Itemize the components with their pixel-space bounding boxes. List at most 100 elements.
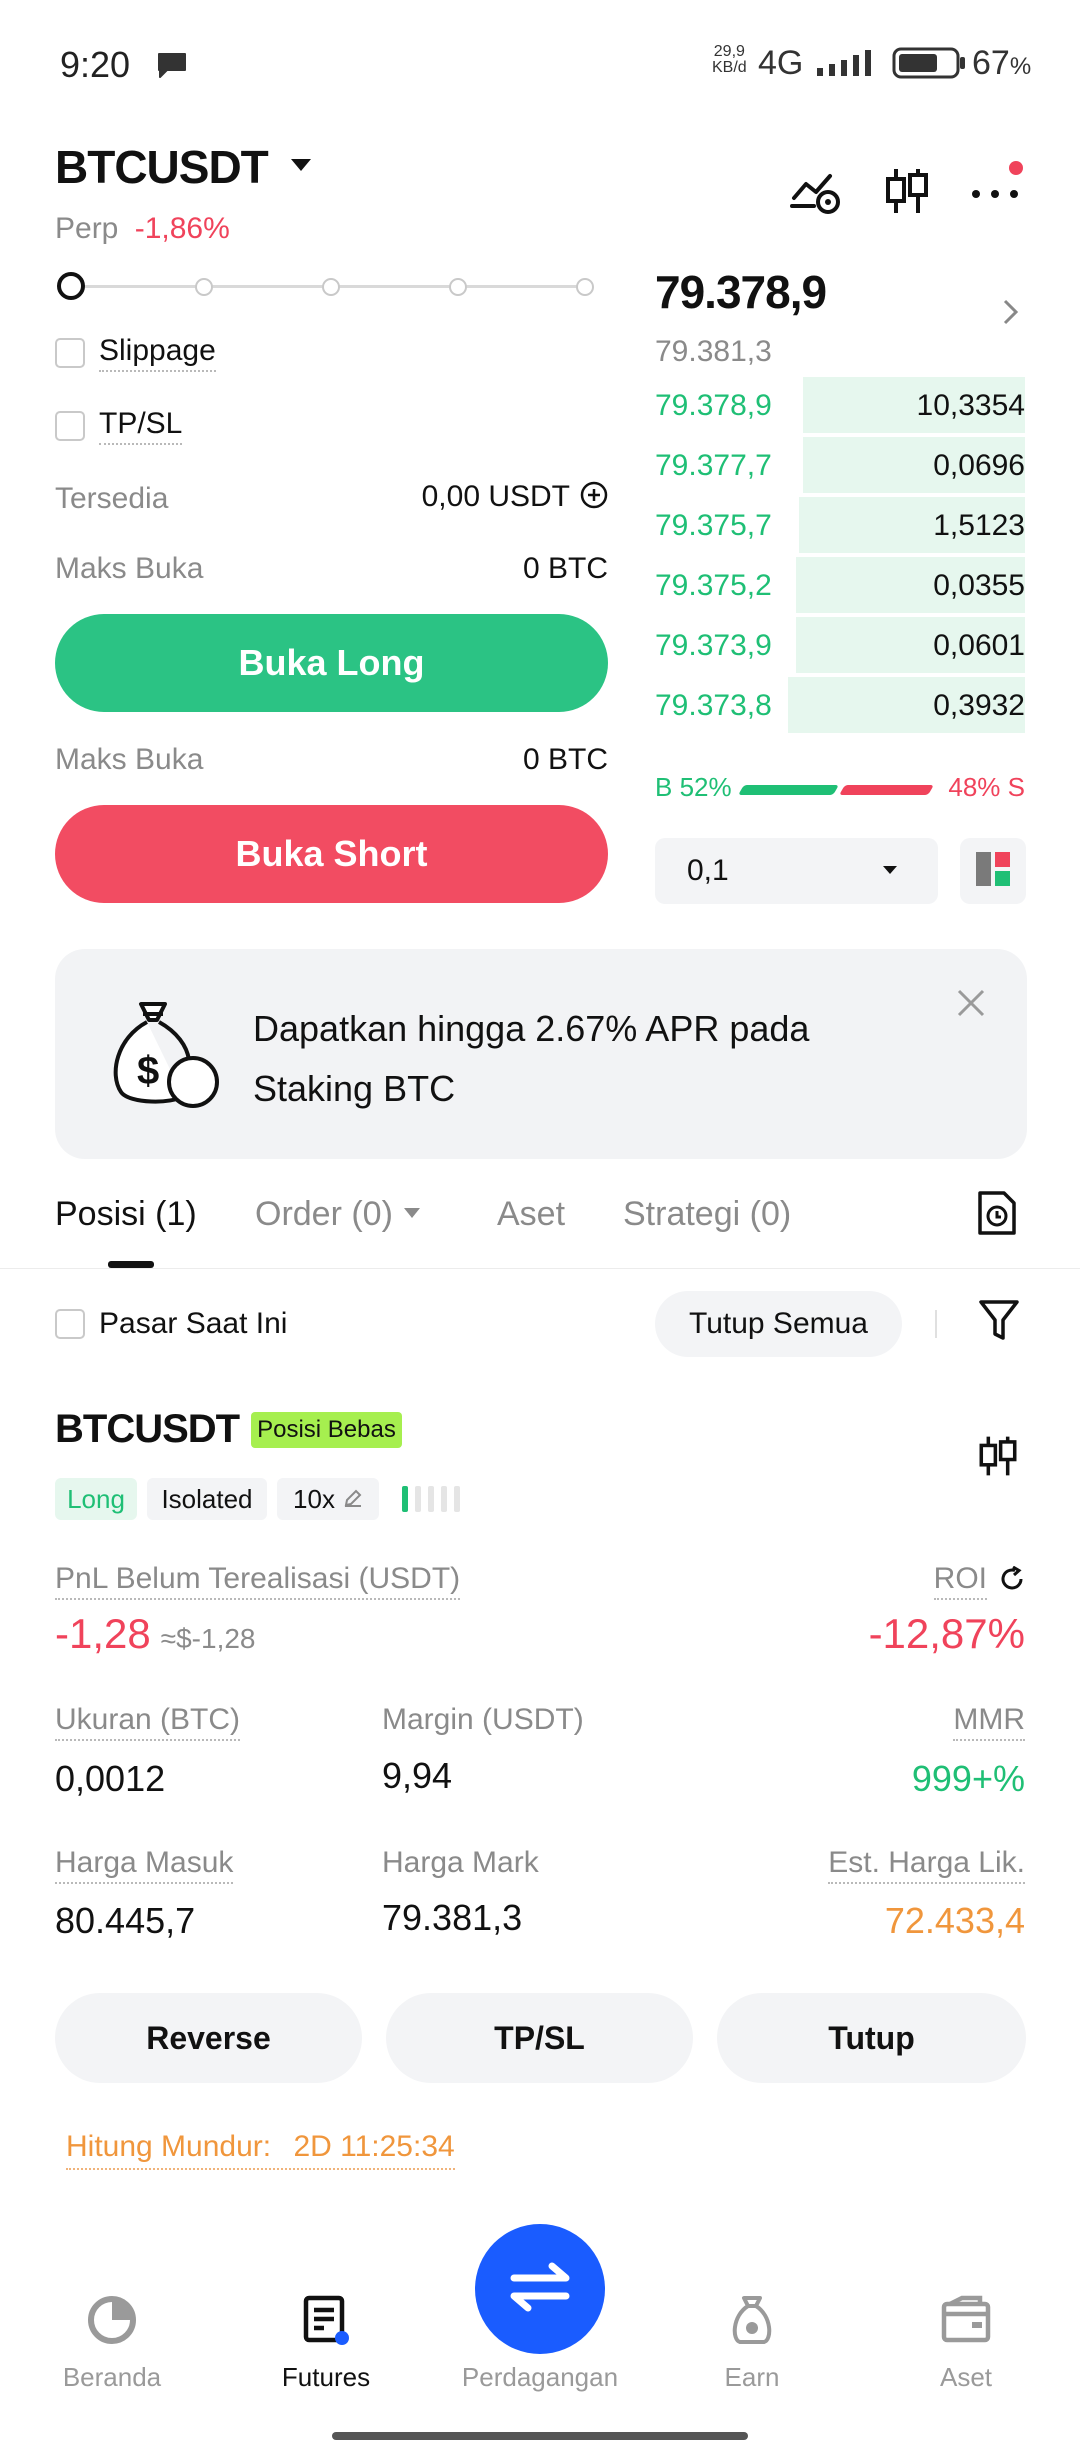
- tpsl-checkbox[interactable]: TP/SL: [55, 407, 183, 445]
- history-icon[interactable]: [976, 1189, 1018, 1242]
- orderbook-price: 79.373,8: [655, 689, 772, 722]
- roi-value: -12,87%: [868, 1610, 1025, 1657]
- mmr-label[interactable]: MMR: [953, 1703, 1025, 1741]
- tab-positions[interactable]: Posisi (1): [55, 1195, 197, 1234]
- mark-price: 79.381,3: [655, 335, 772, 368]
- symbol-selector[interactable]: BTCUSDT: [55, 140, 312, 194]
- more-icon[interactable]: [968, 160, 1028, 210]
- banner-text: Dapatkan hingga 2.67% APR pada Staking B…: [253, 1008, 810, 1109]
- pnl-label[interactable]: PnL Belum Terealisasi (USDT): [55, 1562, 461, 1600]
- orderbook-row[interactable]: 79.375,2 0,0355: [655, 557, 1025, 613]
- tpsl-button[interactable]: TP/SL: [386, 1993, 693, 2083]
- size-label[interactable]: Ukuran (BTC): [55, 1703, 241, 1741]
- side-tag: Long: [55, 1478, 137, 1520]
- precision-select[interactable]: 0,1: [655, 838, 938, 904]
- reverse-button[interactable]: Reverse: [55, 1993, 362, 2083]
- candlestick-chart-icon[interactable]: [882, 165, 932, 222]
- tab-strategies[interactable]: Strategi (0): [623, 1195, 791, 1234]
- last-price[interactable]: 79.378,9: [655, 265, 827, 319]
- slippage-checkbox[interactable]: Slippage: [55, 334, 216, 372]
- add-funds-icon[interactable]: [580, 481, 608, 514]
- chevron-right-icon[interactable]: [1002, 298, 1020, 331]
- orderbook-row[interactable]: 79.373,9 0,0601: [655, 617, 1025, 673]
- slippage-box[interactable]: [55, 338, 85, 368]
- slider-tick-75: [449, 278, 467, 296]
- orderbook-price: 79.377,7: [655, 449, 772, 482]
- orderbook-price: 79.375,7: [655, 509, 772, 542]
- current-market-checkbox[interactable]: [55, 1309, 85, 1339]
- tpsl-box[interactable]: [55, 411, 85, 441]
- swap-icon: [508, 2260, 572, 2319]
- tab-assets[interactable]: Aset: [497, 1195, 565, 1234]
- staking-banner[interactable]: $ Dapatkan hingga 2.67% APR pada Staking…: [55, 949, 1027, 1159]
- slider-handle[interactable]: [57, 272, 85, 300]
- tab-orders[interactable]: Order (0): [255, 1195, 421, 1234]
- entry-price-value: 80.445,7: [55, 1900, 196, 1941]
- roi-label: ROI: [933, 1562, 987, 1600]
- nav-assets[interactable]: Aset: [886, 2290, 1046, 2393]
- current-market-label: Pasar Saat Ini: [99, 1307, 288, 1340]
- leverage-tag[interactable]: 10x: [277, 1478, 379, 1520]
- nav-trade-label[interactable]: Perdagangan: [430, 2362, 650, 2393]
- adl-bar: [454, 1486, 460, 1512]
- max-open-label-short: Maks Buka: [55, 743, 204, 776]
- liq-price-label[interactable]: Est. Harga Lik.: [828, 1846, 1025, 1884]
- entry-price-label[interactable]: Harga Masuk: [55, 1846, 234, 1884]
- orderbook-row[interactable]: 79.375,7 1,5123: [655, 497, 1025, 553]
- position-symbol: BTCUSDT: [55, 1407, 240, 1451]
- refresh-icon: [999, 1565, 1025, 1597]
- current-market-filter[interactable]: Pasar Saat Ini: [55, 1307, 287, 1341]
- orderbook-qty: 0,0601: [933, 629, 1025, 662]
- mark-price-label: Harga Mark: [382, 1846, 539, 1879]
- roi-label-row[interactable]: ROI: [933, 1562, 1025, 1600]
- orderbook-price: 79.375,2: [655, 569, 772, 602]
- nav-earn[interactable]: Earn: [672, 2290, 832, 2393]
- caret-down-icon: [403, 1206, 421, 1224]
- battery-percent: 67%: [972, 44, 1032, 82]
- caret-down-icon: [882, 862, 898, 880]
- countdown-label: Hitung Mundur:: [66, 2130, 272, 2163]
- signal-icon: [815, 48, 879, 83]
- earn-icon: [722, 2290, 782, 2350]
- filter-icon[interactable]: [978, 1298, 1020, 1349]
- perp-label: Perp: [55, 212, 119, 245]
- svg-text:$: $: [137, 1049, 159, 1093]
- size-value: 0,0012: [55, 1758, 166, 1799]
- nav-home[interactable]: Beranda: [32, 2290, 192, 2393]
- close-all-button[interactable]: Tutup Semua: [655, 1291, 902, 1357]
- margin-label: Margin (USDT): [382, 1703, 584, 1736]
- price-change: -1,86%: [134, 212, 230, 245]
- open-short-button[interactable]: Buka Short: [55, 805, 608, 903]
- divider: [935, 1310, 937, 1338]
- orderbook-row[interactable]: 79.377,7 0,0696: [655, 437, 1025, 493]
- nav-futures[interactable]: Futures: [246, 2290, 406, 2393]
- available-row: 0,00 USDT: [400, 480, 608, 514]
- orderbook-price: 79.373,9: [655, 629, 772, 662]
- home-icon: [82, 2290, 142, 2350]
- mark-price-value: 79.381,3: [382, 1897, 523, 1938]
- candlestick-chart-icon[interactable]: [976, 1432, 1020, 1485]
- slider-tick-50: [322, 278, 340, 296]
- close-icon[interactable]: [955, 987, 987, 1024]
- orderbook-layout-button[interactable]: [960, 838, 1026, 904]
- price-alert-icon[interactable]: [790, 168, 842, 221]
- orderbook-row[interactable]: 79.378,9 10,3354: [655, 377, 1025, 433]
- money-bag-icon: $: [103, 994, 223, 1119]
- trade-button[interactable]: [475, 2224, 605, 2354]
- orderbook-qty: 10,3354: [916, 389, 1025, 422]
- precision-value: 0,1: [687, 854, 729, 887]
- slider-tick-100: [576, 278, 594, 296]
- position-header[interactable]: BTCUSDT Posisi Bebas: [55, 1407, 402, 1452]
- orderbook-row[interactable]: 79.373,8 0,3932: [655, 677, 1025, 733]
- tab-bar: Posisi (1) Order (0) Aset Strategi (0): [0, 1185, 1080, 1269]
- caret-down-icon: [290, 158, 312, 177]
- home-indicator: [332, 2432, 748, 2440]
- countdown: Hitung Mundur: 2D 11:25:34: [66, 2130, 455, 2170]
- message-icon: [155, 50, 189, 85]
- open-long-button[interactable]: Buka Long: [55, 614, 608, 712]
- futures-icon: [296, 2290, 356, 2350]
- adl-indicator: [402, 1486, 460, 1512]
- orderbook-qty: 0,0696: [933, 449, 1025, 482]
- mmr-value: 999+%: [911, 1758, 1025, 1799]
- close-position-button[interactable]: Tutup: [717, 1993, 1026, 2083]
